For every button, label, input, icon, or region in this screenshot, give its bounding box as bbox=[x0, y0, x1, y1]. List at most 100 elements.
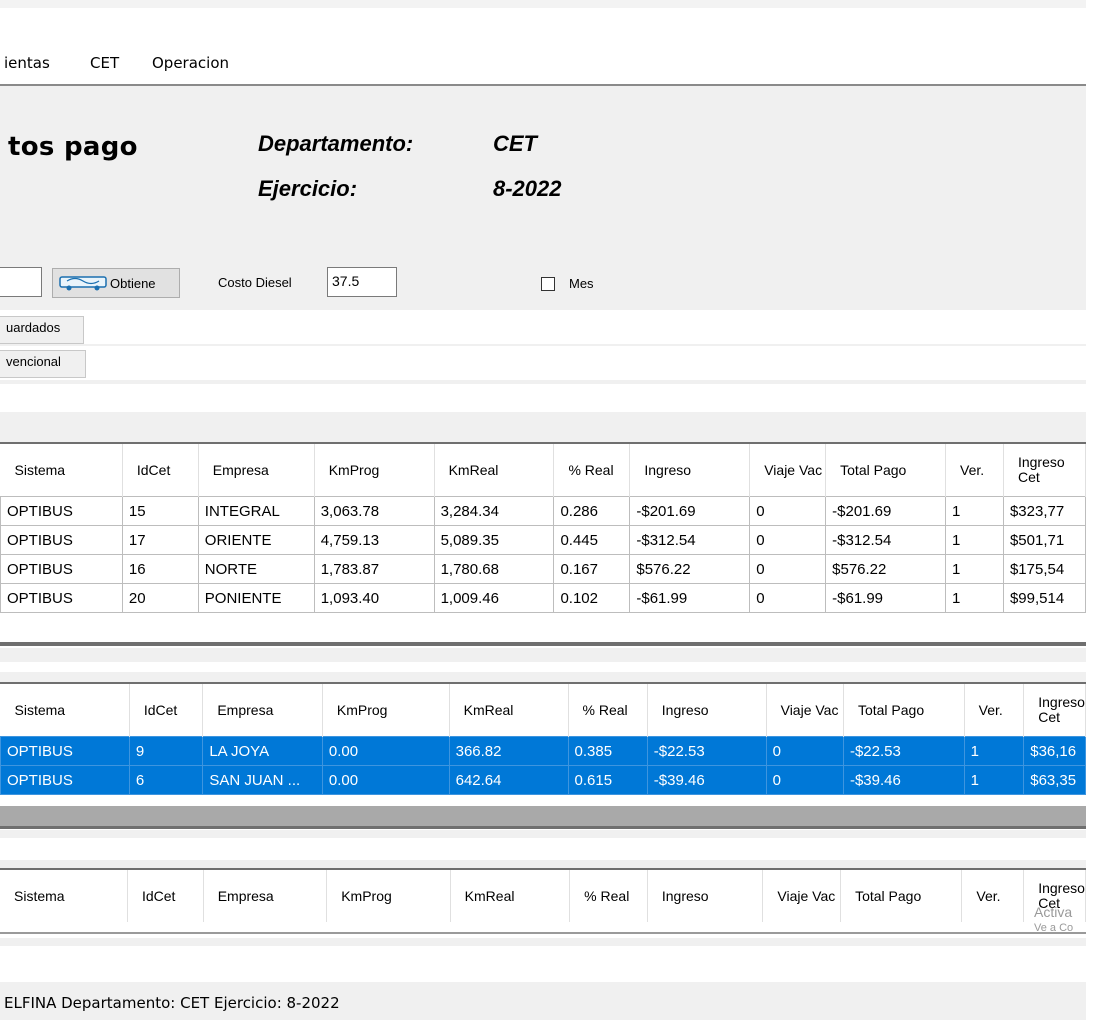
column-header-ver[interactable]: Ver. bbox=[945, 444, 1004, 497]
cell-total-pago[interactable]: -$22.53 bbox=[842, 736, 965, 766]
cell-empresa[interactable]: NORTE bbox=[197, 554, 315, 584]
cell-ingreso[interactable]: -$312.54 bbox=[629, 525, 751, 555]
column-header-total-pago[interactable]: Total Pago bbox=[843, 684, 965, 737]
table-row[interactable]: OPTIBUS 17 ORIENTE 4,759.13 5,089.35 0.445 -$3… bbox=[0, 525, 1086, 555]
column-header-viaje-vac[interactable]: Viaje Vac bbox=[766, 684, 844, 737]
column-header-ingreso[interactable]: Ingreso bbox=[647, 684, 767, 737]
cell-total-pago[interactable]: $576.22 bbox=[825, 554, 946, 584]
month-checkbox[interactable] bbox=[541, 277, 555, 291]
column-header-idcet[interactable]: IdCet bbox=[127, 870, 204, 922]
table-row[interactable]: OPTIBUS 9 LA JOYA 0.00 366.82 0.385 -$22.53 0 -$… bbox=[0, 736, 1086, 766]
cell-viaje-vac[interactable]: 0 bbox=[749, 496, 827, 526]
cell-total-pago[interactable]: -$312.54 bbox=[825, 525, 946, 555]
column-header-ingreso-cet[interactable]: Ingreso Cet bbox=[1023, 684, 1086, 737]
column-header-kmprog[interactable]: KmProg bbox=[322, 684, 450, 737]
menu-item-cet[interactable]: CET bbox=[90, 54, 119, 72]
cell-kmprog[interactable]: 0.00 bbox=[321, 736, 450, 766]
cell-ingreso-cet[interactable]: $501,71 bbox=[1002, 525, 1086, 555]
column-header-pct-real[interactable]: % Real bbox=[553, 444, 631, 497]
cell-ver[interactable]: 1 bbox=[945, 583, 1004, 613]
column-header-kmreal[interactable]: KmReal bbox=[434, 444, 555, 497]
cell-ingreso-cet[interactable]: $36,16 bbox=[1023, 736, 1086, 766]
column-header-pct-real[interactable]: % Real bbox=[569, 870, 648, 922]
cell-idcet[interactable]: 9 bbox=[128, 736, 204, 766]
cell-pct-real[interactable]: 0.102 bbox=[553, 583, 631, 613]
cell-sistema[interactable]: OPTIBUS bbox=[0, 736, 130, 766]
cell-pct-real[interactable]: 0.445 bbox=[553, 525, 631, 555]
cell-ingreso[interactable]: -$22.53 bbox=[646, 736, 767, 766]
cell-ingreso[interactable]: -$201.69 bbox=[629, 496, 751, 526]
column-header-pct-real[interactable]: % Real bbox=[568, 684, 648, 737]
tab-convencional[interactable]: vencional bbox=[0, 350, 86, 378]
cell-kmprog[interactable]: 1,093.40 bbox=[313, 583, 435, 613]
column-header-idcet[interactable]: IdCet bbox=[122, 444, 199, 497]
cell-kmprog[interactable]: 0.00 bbox=[321, 765, 450, 795]
cell-kmprog[interactable]: 4,759.13 bbox=[313, 525, 435, 555]
cell-ingreso-cet[interactable]: $175,54 bbox=[1002, 554, 1086, 584]
column-header-ingreso[interactable]: Ingreso bbox=[629, 444, 751, 497]
cell-viaje-vac[interactable]: 0 bbox=[765, 736, 844, 766]
cell-viaje-vac[interactable]: 0 bbox=[749, 525, 827, 555]
cell-ingreso-cet[interactable]: $323,77 bbox=[1002, 496, 1086, 526]
cell-ver[interactable]: 1 bbox=[945, 554, 1004, 584]
menu-item-herramientas[interactable]: ientas bbox=[4, 54, 50, 72]
column-header-viaje-vac[interactable]: Viaje Vac bbox=[762, 870, 842, 922]
cell-kmreal[interactable]: 1,009.46 bbox=[433, 583, 555, 613]
column-header-total-pago[interactable]: Total Pago bbox=[825, 444, 946, 497]
table-row[interactable]: OPTIBUS 20 PONIENTE 1,093.40 1,009.46 0.102 -$… bbox=[0, 583, 1086, 613]
cell-total-pago[interactable]: -$39.46 bbox=[842, 765, 965, 795]
column-header-empresa[interactable]: Empresa bbox=[202, 684, 323, 737]
column-header-sistema[interactable]: Sistema bbox=[0, 870, 128, 922]
cell-sistema[interactable]: OPTIBUS bbox=[0, 496, 123, 526]
tab-guardados[interactable]: uardados bbox=[0, 316, 84, 344]
cell-ingreso[interactable]: -$39.46 bbox=[646, 765, 767, 795]
cell-pct-real[interactable]: 0.615 bbox=[567, 765, 648, 795]
cell-ingreso-cet[interactable]: $63,35 bbox=[1023, 765, 1086, 795]
column-header-viaje-vac[interactable]: Viaje Vac bbox=[749, 444, 827, 497]
cell-idcet[interactable]: 6 bbox=[128, 765, 204, 795]
cell-viaje-vac[interactable]: 0 bbox=[749, 554, 827, 584]
cell-empresa[interactable]: PONIENTE bbox=[197, 583, 315, 613]
obtain-button[interactable]: Obtiene bbox=[52, 268, 180, 298]
column-header-sistema[interactable]: Sistema bbox=[0, 444, 123, 497]
column-header-sistema[interactable]: Sistema bbox=[0, 684, 130, 737]
cell-kmreal[interactable]: 5,089.35 bbox=[433, 525, 555, 555]
cell-ver[interactable]: 1 bbox=[945, 525, 1004, 555]
cell-pct-real[interactable]: 0.286 bbox=[553, 496, 631, 526]
period-input[interactable] bbox=[0, 267, 42, 297]
cell-kmreal[interactable]: 366.82 bbox=[448, 736, 569, 766]
column-header-empresa[interactable]: Empresa bbox=[203, 870, 328, 922]
cell-ver[interactable]: 1 bbox=[945, 496, 1004, 526]
cell-sistema[interactable]: OPTIBUS bbox=[0, 765, 130, 795]
cell-pct-real[interactable]: 0.385 bbox=[567, 736, 648, 766]
table-row[interactable]: OPTIBUS 6 SAN JUAN ... 0.00 642.64 0.615 -$39.… bbox=[0, 765, 1086, 795]
cell-ingreso[interactable]: $576.22 bbox=[629, 554, 751, 584]
cell-idcet[interactable]: 17 bbox=[121, 525, 199, 555]
cell-empresa[interactable]: LA JOYA bbox=[202, 736, 323, 766]
column-header-ver[interactable]: Ver. bbox=[964, 684, 1025, 737]
cell-ingreso[interactable]: -$61.99 bbox=[629, 583, 751, 613]
cell-empresa[interactable]: INTEGRAL bbox=[197, 496, 315, 526]
cell-total-pago[interactable]: -$61.99 bbox=[825, 583, 946, 613]
column-header-ver[interactable]: Ver. bbox=[961, 870, 1025, 922]
cell-sistema[interactable]: OPTIBUS bbox=[0, 525, 123, 555]
cell-kmreal[interactable]: 1,780.68 bbox=[433, 554, 555, 584]
cell-idcet[interactable]: 20 bbox=[121, 583, 199, 613]
column-header-idcet[interactable]: IdCet bbox=[129, 684, 204, 737]
cell-kmprog[interactable]: 3,063.78 bbox=[313, 496, 435, 526]
cell-kmprog[interactable]: 1,783.87 bbox=[313, 554, 435, 584]
cell-kmreal[interactable]: 3,284.34 bbox=[433, 496, 555, 526]
cell-kmreal[interactable]: 642.64 bbox=[448, 765, 569, 795]
diesel-cost-input[interactable]: 37.5 bbox=[327, 267, 397, 297]
cell-idcet[interactable]: 15 bbox=[121, 496, 199, 526]
cell-ver[interactable]: 1 bbox=[963, 736, 1025, 766]
cell-ver[interactable]: 1 bbox=[963, 765, 1025, 795]
cell-ingreso-cet[interactable]: $99,514 bbox=[1002, 583, 1086, 613]
cell-viaje-vac[interactable]: 0 bbox=[749, 583, 827, 613]
column-header-empresa[interactable]: Empresa bbox=[198, 444, 315, 497]
cell-pct-real[interactable]: 0.167 bbox=[553, 554, 631, 584]
cell-total-pago[interactable]: -$201.69 bbox=[825, 496, 946, 526]
menu-item-operacion[interactable]: Operacion bbox=[152, 54, 229, 72]
cell-sistema[interactable]: OPTIBUS bbox=[0, 583, 123, 613]
column-header-kmprog[interactable]: KmProg bbox=[326, 870, 451, 922]
